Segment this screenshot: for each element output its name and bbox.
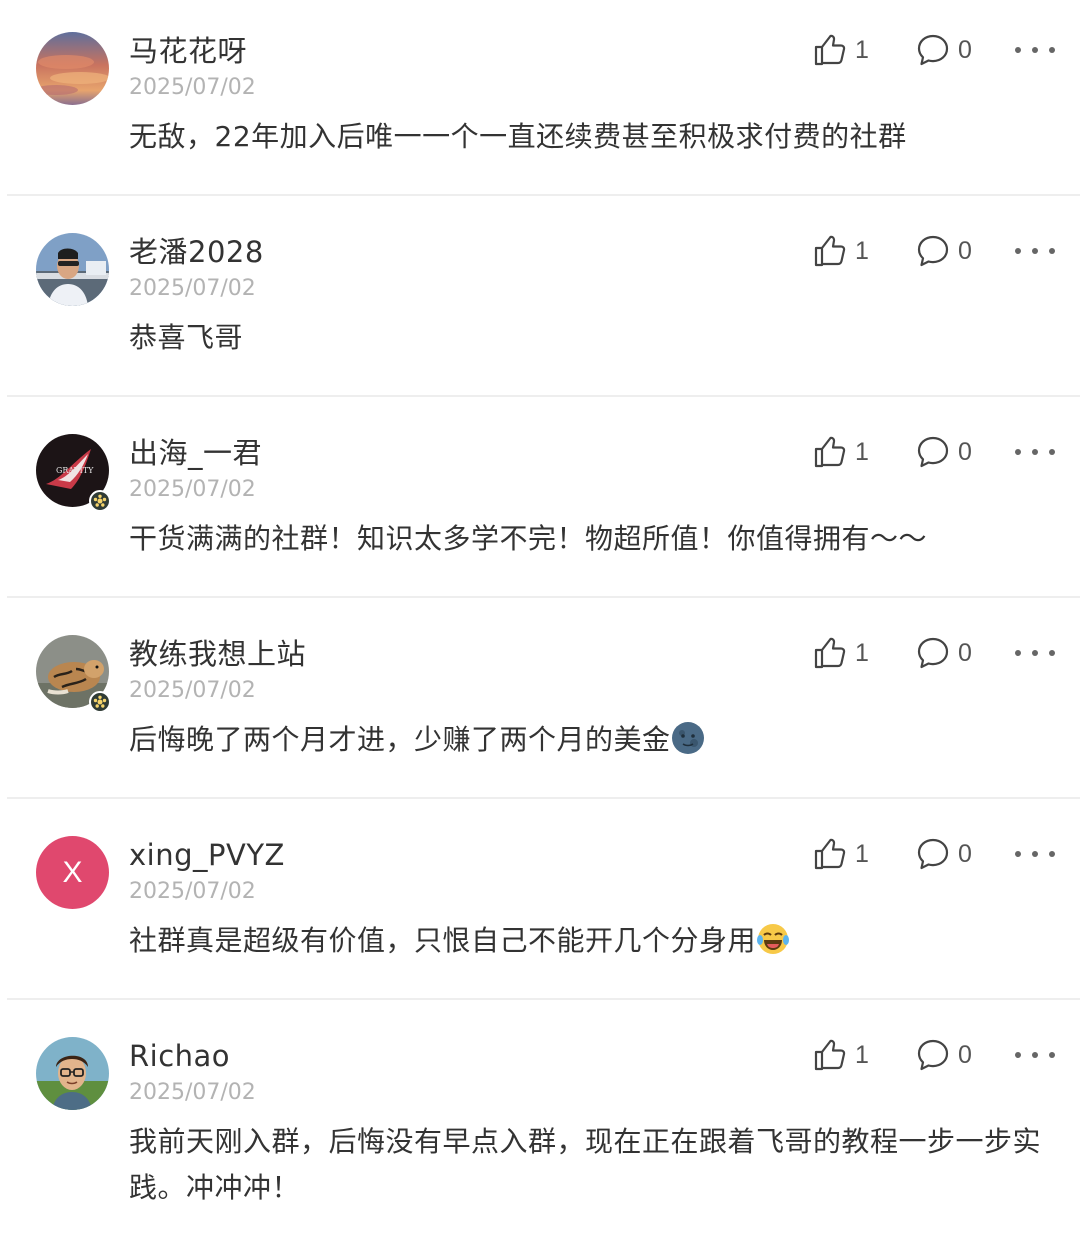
reply-button[interactable]: 0 [916, 836, 972, 872]
like-button[interactable]: 1 [813, 233, 869, 269]
comment-date: 2025/07/02 [129, 75, 256, 100]
thumbs-up-icon [814, 1039, 846, 1071]
reply-count: 0 [958, 1040, 972, 1069]
like-count: 1 [855, 35, 869, 64]
comment-text: 干货满满的社群！知识太多学不完！物超所值！你值得拥有～～ [129, 522, 928, 555]
comment-date: 2025/07/02 [129, 276, 256, 301]
avatar-letter: X [36, 836, 109, 909]
thumbs-up-icon [814, 637, 846, 669]
new-moon-face-icon [671, 722, 704, 754]
comment-text-content: 社群真是超级有价值，只恨自己不能开几个分身用 [129, 924, 757, 957]
speech-bubble-icon [917, 436, 949, 468]
like-count: 1 [855, 839, 869, 868]
comment-text: 后悔晚了两个月才进，少赚了两个月的美金 [129, 717, 1054, 763]
more-dots-icon[interactable] [1015, 1045, 1055, 1065]
avatar[interactable] [36, 32, 109, 105]
comment-text: 无敌，22年加入后唯一一个一直还续费甚至积极求付费的社群 [129, 120, 907, 153]
more-dots-icon[interactable] [1015, 643, 1055, 663]
like-button[interactable]: 1 [813, 1037, 869, 1073]
divider [7, 998, 1080, 1000]
comment-date: 2025/07/02 [129, 477, 256, 502]
like-count: 1 [855, 236, 869, 265]
like-button[interactable]: 1 [813, 32, 869, 68]
more-dots-icon[interactable] [1015, 844, 1055, 864]
comment-item: X xing_PVYZ 2025/07/02 社群真是超级有价值，只恨自己不能开… [0, 804, 1080, 1000]
reply-count: 0 [958, 437, 972, 466]
avatar[interactable] [36, 233, 109, 306]
reply-count: 0 [958, 839, 972, 868]
speech-bubble-icon [917, 838, 949, 870]
reply-button[interactable]: 0 [916, 635, 972, 671]
comment-item: 教练我想上站 2025/07/02 后悔晚了两个月才进，少赚了两个月的美金 1 … [0, 603, 1080, 799]
username[interactable]: 教练我想上站 [129, 634, 306, 674]
reply-button[interactable]: 0 [916, 233, 972, 269]
comment-item: 马花花呀 2025/07/02 无敌，22年加入后唯一一个一直还续费甚至积极求付… [0, 0, 1080, 196]
username[interactable]: 马花花呀 [129, 31, 247, 71]
like-count: 1 [855, 437, 869, 466]
like-count: 1 [855, 638, 869, 667]
member-badge-icon [89, 691, 111, 713]
comment-date: 2025/07/02 [129, 879, 256, 904]
thumbs-up-icon [814, 436, 846, 468]
member-badge-icon [89, 490, 111, 512]
thumbs-up-icon [814, 838, 846, 870]
comment-item: GRAVITY 出海_一君 2025/07/02 干货满满的社群！知识太多学不完… [0, 402, 1080, 598]
more-dots-icon[interactable] [1015, 241, 1055, 261]
username[interactable]: 老潘2028 [129, 232, 264, 272]
reply-button[interactable]: 0 [916, 1037, 972, 1073]
comment-date: 2025/07/02 [129, 678, 256, 703]
speech-bubble-icon [917, 1039, 949, 1071]
speech-bubble-icon [917, 235, 949, 267]
thumbs-up-icon [814, 34, 846, 66]
avatar[interactable]: X [36, 836, 109, 909]
reply-count: 0 [958, 35, 972, 64]
username[interactable]: Richao [129, 1036, 230, 1076]
speech-bubble-icon [917, 34, 949, 66]
more-dots-icon[interactable] [1015, 442, 1055, 462]
more-dots-icon[interactable] [1015, 40, 1055, 60]
comment-text: 社群真是超级有价值，只恨自己不能开几个分身用 [129, 918, 1054, 964]
like-button[interactable]: 1 [813, 635, 869, 671]
divider [7, 395, 1080, 397]
comment-text-content: 后悔晚了两个月才进，少赚了两个月的美金 [129, 723, 671, 756]
like-button[interactable]: 1 [813, 836, 869, 872]
divider [7, 194, 1080, 196]
reply-count: 0 [958, 638, 972, 667]
comment-item: 老潘2028 2025/07/02 恭喜飞哥 1 0 [0, 201, 1080, 397]
reply-button[interactable]: 0 [916, 434, 972, 470]
reply-button[interactable]: 0 [916, 32, 972, 68]
thumbs-up-icon [814, 235, 846, 267]
speech-bubble-icon [917, 637, 949, 669]
avatar-text: GRAVITY [56, 466, 94, 475]
divider [7, 596, 1080, 598]
username[interactable]: 出海_一君 [129, 433, 262, 473]
comment-text: 恭喜飞哥 [129, 321, 244, 354]
divider [7, 797, 1080, 799]
avatar[interactable] [36, 1037, 109, 1110]
tears-of-joy-icon [757, 924, 790, 954]
like-button[interactable]: 1 [813, 434, 869, 470]
username[interactable]: xing_PVYZ [129, 835, 285, 875]
comment-text: 我前天刚入群，后悔没有早点入群，现在正在跟着飞哥的教程一步一步实践。冲冲冲！ [129, 1125, 1042, 1204]
comment-date: 2025/07/02 [129, 1080, 256, 1105]
like-count: 1 [855, 1040, 869, 1069]
reply-count: 0 [958, 236, 972, 265]
comment-item: Richao 2025/07/02 我前天刚入群，后悔没有早点入群，现在正在跟着… [0, 1005, 1080, 1239]
